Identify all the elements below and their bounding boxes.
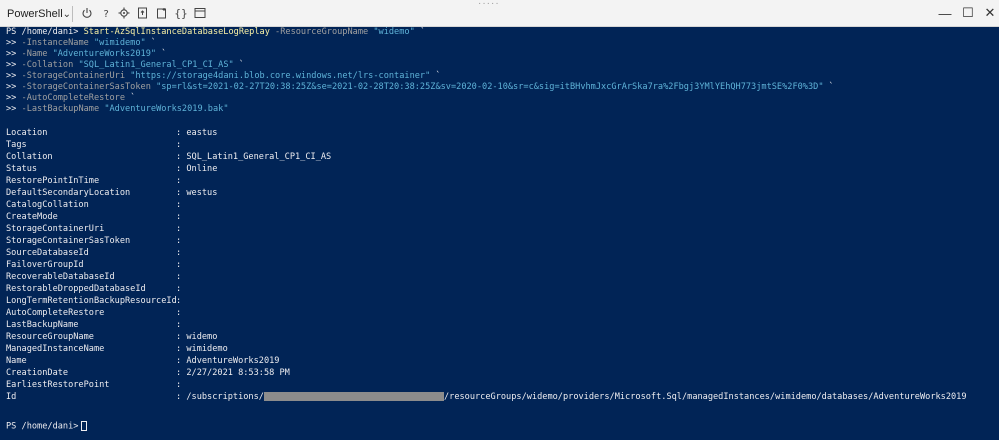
input-prompt-line[interactable]: PS /home/dani> bbox=[6, 421, 88, 432]
output-row: Name: AdventureWorks2019 bbox=[6, 356, 280, 366]
output-row: SourceDatabaseId: bbox=[6, 248, 182, 258]
output-row: RestorableDroppedDatabaseId: bbox=[6, 284, 182, 294]
command-line: >> -StorageContainerUri "https://storage… bbox=[6, 71, 441, 81]
output-row: StorageContainerUri: bbox=[6, 224, 182, 234]
cloud-shell-toolbar: ····· PowerShell ⌄ ? {} — ☐ ✕ bbox=[0, 0, 999, 27]
output-row: Location: eastus bbox=[6, 128, 218, 138]
upload-download-icon[interactable] bbox=[134, 4, 152, 22]
output-row: ResourceGroupName: widemo bbox=[6, 332, 218, 342]
shell-selector-label: PowerShell bbox=[7, 8, 63, 20]
command-line: >> -Name "AdventureWorks2019" ` bbox=[6, 49, 167, 59]
output-row: RestorePointInTime: bbox=[6, 176, 182, 186]
svg-text:?: ? bbox=[104, 9, 109, 19]
output-row: Status: Online bbox=[6, 164, 218, 174]
output-row: LongTermRetentionBackupResourceId: bbox=[6, 296, 182, 306]
output-row: LastBackupName: bbox=[6, 320, 182, 330]
help-icon[interactable]: ? bbox=[97, 4, 115, 22]
editor-braces-icon[interactable]: {} bbox=[172, 4, 190, 22]
chevron-down-icon: ⌄ bbox=[62, 8, 72, 20]
output-row: CatalogCollation: bbox=[6, 200, 182, 210]
output-row: Tags: bbox=[6, 140, 182, 150]
output-row: FailoverGroupId: bbox=[6, 260, 182, 270]
output-row: Collation: SQL_Latin1_General_CP1_CI_AS bbox=[6, 152, 332, 162]
output-row: RecoverableDatabaseId: bbox=[6, 272, 182, 282]
output-row: DefaultSecondaryLocation: westus bbox=[6, 188, 218, 198]
drag-handle[interactable]: ····· bbox=[478, 0, 500, 9]
shell-selector[interactable]: PowerShell ⌄ bbox=[0, 3, 72, 25]
terminal-output[interactable]: PS /home/dani> Start-AzSqlInstanceDataba… bbox=[0, 27, 999, 440]
output-row: CreationDate: 2/27/2021 8:53:58 PM bbox=[6, 368, 290, 378]
redacted-subscription-id bbox=[263, 392, 444, 401]
minimize-button[interactable]: — bbox=[934, 4, 956, 22]
command-line: >> -StorageContainerSasToken "sp=rl&st=2… bbox=[6, 82, 834, 92]
new-session-icon[interactable] bbox=[153, 4, 171, 22]
output-row: EarliestRestorePoint: bbox=[6, 380, 182, 390]
maximize-button[interactable]: ☐ bbox=[957, 4, 979, 22]
close-button[interactable]: ✕ bbox=[979, 4, 999, 22]
output-row: CreateMode: bbox=[6, 212, 182, 222]
output-row: StorageContainerSasToken: bbox=[6, 236, 182, 246]
power-icon[interactable] bbox=[78, 4, 96, 22]
command-line: PS /home/dani> Start-AzSqlInstanceDataba… bbox=[6, 27, 426, 37]
divider bbox=[72, 6, 73, 22]
command-line: >> -InstanceName "wimidemo" ` bbox=[6, 38, 157, 48]
output-row: ManagedInstanceName: wimidemo bbox=[6, 344, 228, 354]
output-row: AutoCompleteRestore: bbox=[6, 308, 182, 318]
web-preview-icon[interactable] bbox=[191, 4, 209, 22]
output-row-id: Id: /subscriptions//resourceGroups/widem… bbox=[6, 392, 967, 402]
command-line: >> -Collation "SQL_Latin1_General_CP1_CI… bbox=[6, 60, 245, 70]
settings-icon[interactable] bbox=[115, 4, 133, 22]
text-cursor bbox=[81, 421, 88, 431]
command-line: >> -LastBackupName "AdventureWorks2019.b… bbox=[6, 104, 229, 114]
command-line: >> -AutoCompleteRestore ` bbox=[6, 93, 136, 103]
prompt-label: PS /home/dani> bbox=[6, 421, 79, 432]
